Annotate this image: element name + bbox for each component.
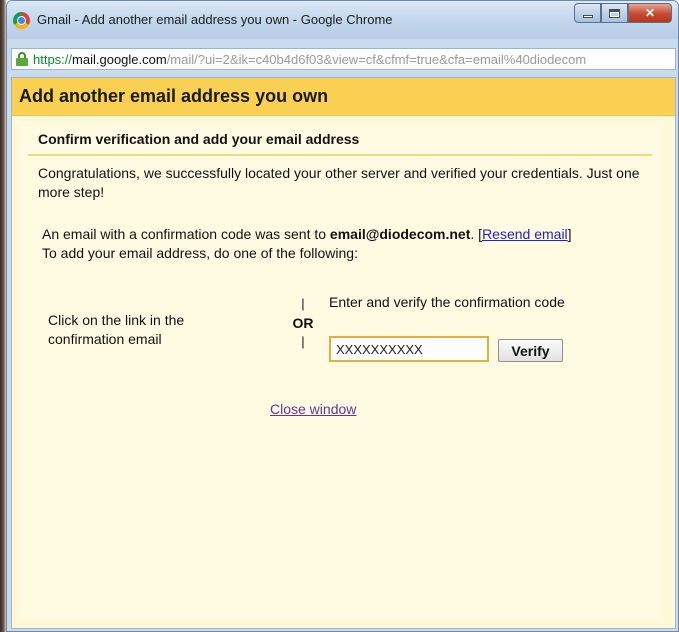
- title-bar[interactable]: Gmail - Add another email address you ow…: [7, 1, 678, 39]
- dialog-header: Add another email address you own: [12, 78, 675, 116]
- congrats-text: Congratulations, we successfully located…: [38, 165, 640, 200]
- dialog-body: Confirm verification and add your email …: [20, 123, 660, 619]
- section-title: Confirm verification and add your email …: [38, 131, 360, 147]
- email-address: email@diodecom.net: [329, 226, 471, 242]
- minimize-icon: [582, 15, 593, 18]
- url-text: https://mail.google.com/mail/?ui=2&ik=c4…: [33, 51, 587, 67]
- close-icon: ✕: [644, 6, 656, 20]
- maximize-button[interactable]: [601, 3, 628, 23]
- info-text: An email with a confirmation code was se…: [42, 226, 572, 261]
- maximize-icon: [609, 8, 620, 18]
- resend-email-link[interactable]: Resend email: [482, 226, 568, 242]
- dialog: Add another email address you own Confir…: [11, 77, 676, 629]
- divider: [28, 154, 652, 156]
- option-click-link: Click on the link in the confirmation em…: [48, 312, 185, 347]
- or-label: OR: [292, 315, 314, 331]
- close-button[interactable]: ✕: [628, 3, 672, 23]
- window-controls: ✕: [574, 3, 672, 23]
- dialog-title: Add another email address you own: [19, 86, 329, 106]
- instruction-text: To add your email address, do one of the…: [42, 245, 358, 261]
- minimize-button[interactable]: [574, 3, 601, 23]
- address-bar[interactable]: https://mail.google.com/mail/?ui=2&ik=c4…: [11, 48, 676, 70]
- close-window-link[interactable]: Close window: [270, 401, 356, 417]
- option-enter-code: Enter and verify the confirmation code: [329, 294, 565, 310]
- confirmation-code-input[interactable]: [329, 336, 489, 362]
- verify-button[interactable]: Verify: [498, 339, 563, 362]
- chrome-logo-icon: [13, 12, 30, 29]
- browser-window: Gmail - Add another email address you ow…: [6, 0, 679, 632]
- or-separator: | OR |: [288, 295, 318, 351]
- window-title: Gmail - Add another email address you ow…: [37, 12, 393, 27]
- lock-icon: [16, 52, 28, 66]
